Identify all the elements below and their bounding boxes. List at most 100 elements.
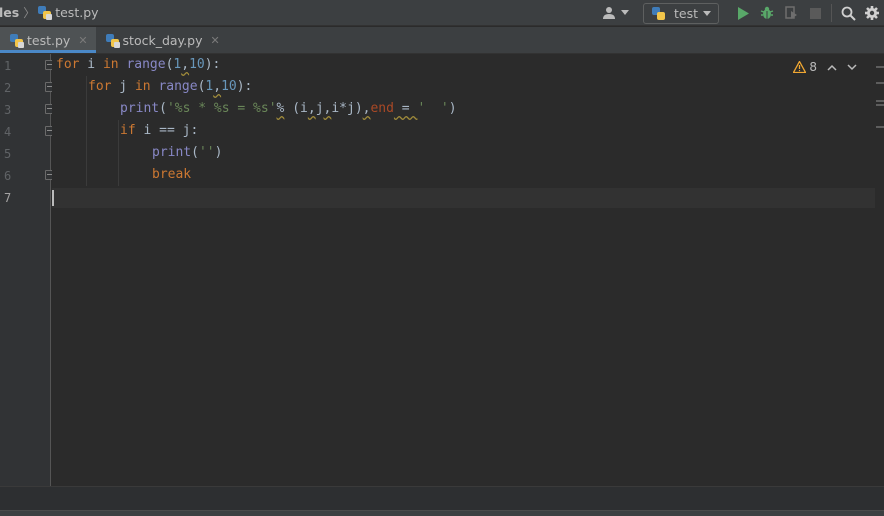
python-file-icon xyxy=(10,33,24,48)
close-icon[interactable]: ✕ xyxy=(210,34,219,47)
stop-icon xyxy=(809,7,821,19)
token-punct: ) xyxy=(448,101,457,116)
chevron-up-icon[interactable] xyxy=(827,64,837,71)
line-number: 3 xyxy=(4,103,12,117)
run-configuration-label: test xyxy=(674,5,699,21)
token-builtin: range xyxy=(126,57,166,72)
token-number: 10 xyxy=(189,57,205,72)
code-line-6: break xyxy=(152,164,191,186)
breadcrumb-project[interactable]: les xyxy=(0,5,19,20)
code-line-2: for j in range(1,10): xyxy=(88,76,252,98)
run-configuration-selector[interactable]: test xyxy=(643,2,719,24)
warning-marker[interactable] xyxy=(876,104,884,106)
code-line-5: print('') xyxy=(152,142,222,164)
debug-bug-icon xyxy=(760,6,774,19)
warning-marker[interactable] xyxy=(876,66,884,68)
run-button[interactable] xyxy=(731,1,755,25)
token-keyword: break xyxy=(152,167,192,182)
debug-button[interactable] xyxy=(755,1,779,25)
editor-tab-bar: test.py ✕ stock_day.py ✕ xyxy=(0,27,884,54)
status-bar xyxy=(0,510,884,516)
token-text: i*j) xyxy=(331,101,363,116)
stop-button[interactable] xyxy=(803,1,827,25)
warning-marker[interactable] xyxy=(876,100,884,102)
indent-guide xyxy=(118,120,119,186)
line-number: 4 xyxy=(4,125,12,139)
code-line-1: for i in range(1,10): xyxy=(56,54,220,76)
gear-icon xyxy=(865,6,879,20)
python-file-icon xyxy=(105,33,120,48)
tab-test-py[interactable]: test.py ✕ xyxy=(0,27,96,53)
chevron-down-icon xyxy=(621,10,629,15)
run-icon xyxy=(738,6,749,20)
settings-button[interactable] xyxy=(860,1,884,25)
token-punct: ): xyxy=(204,57,221,72)
warning-marker[interactable] xyxy=(876,126,884,128)
token-string: '%s * %s = %s' xyxy=(166,101,277,116)
token-parameter: end xyxy=(370,101,394,116)
token-keyword: for xyxy=(56,57,80,72)
coverage-icon xyxy=(785,6,797,19)
token-text: i xyxy=(79,57,103,72)
token-builtin: print xyxy=(152,145,192,160)
breadcrumb-separator-icon: 〉 xyxy=(23,6,36,20)
chevron-down-icon[interactable] xyxy=(847,63,857,71)
token-comma-warning: , xyxy=(181,57,190,72)
horizontal-scrollbar[interactable] xyxy=(0,486,884,510)
navigation-bar: les 〉 test.py test xyxy=(0,0,884,26)
inspection-widget[interactable]: 8 xyxy=(793,60,857,74)
indent-guide xyxy=(86,76,87,186)
token-builtin: print xyxy=(120,101,160,116)
token-keyword: in xyxy=(134,79,151,94)
error-stripe[interactable] xyxy=(875,54,884,486)
token-punct: ( xyxy=(159,101,167,116)
user-icon xyxy=(603,7,615,19)
warning-marker[interactable] xyxy=(876,82,884,84)
token-builtin: range xyxy=(158,79,198,94)
python-icon xyxy=(652,6,665,20)
search-everywhere-button[interactable] xyxy=(836,1,860,25)
breadcrumb-file[interactable]: test.py xyxy=(38,5,99,20)
line-number: 5 xyxy=(4,147,12,161)
token-text: i == j: xyxy=(135,123,199,138)
warning-icon xyxy=(793,61,807,73)
token-text: j xyxy=(111,79,135,94)
token-assign-warning: = xyxy=(393,101,418,116)
token-string: '' xyxy=(198,145,215,160)
warning-count: 8 xyxy=(809,60,817,74)
tab-stock-day-py[interactable]: stock_day.py ✕ xyxy=(96,27,228,53)
token-keyword: if xyxy=(120,123,136,138)
line-number: 2 xyxy=(4,81,12,95)
tab-label: stock_day.py xyxy=(122,32,203,48)
code-line-3: print('%s * %s = %s'% (i,j,i*j),end = ' … xyxy=(120,98,457,120)
token-text: (i xyxy=(284,101,308,116)
code-line-4: if i == j: xyxy=(120,120,198,142)
editor-gutter[interactable]: 1 2 3 4 5 6 7 xyxy=(0,54,54,486)
run-with-coverage-button[interactable] xyxy=(779,1,803,25)
token-keyword: in xyxy=(102,57,119,72)
token-comma-warning: , xyxy=(307,101,316,116)
token-string: ' ' xyxy=(417,101,449,116)
token-keyword: for xyxy=(88,79,112,94)
token-text: j xyxy=(315,101,324,116)
token-punct: ( xyxy=(191,145,199,160)
line-number-current: 7 xyxy=(4,191,12,205)
close-icon[interactable]: ✕ xyxy=(78,34,87,47)
line-number: 6 xyxy=(4,169,12,183)
text-caret xyxy=(52,190,54,206)
token-punct: ) xyxy=(214,145,223,160)
line-number: 1 xyxy=(4,59,12,73)
token-comma-warning: , xyxy=(213,79,222,94)
token-number: 10 xyxy=(221,79,237,94)
toolbar: test xyxy=(603,0,884,26)
dropdown-arrow-icon xyxy=(703,10,711,16)
tab-label: test.py xyxy=(27,32,71,48)
breadcrumb-file-label: test.py xyxy=(55,5,99,20)
token-punct: ): xyxy=(236,79,253,94)
toolbar-separator xyxy=(831,4,832,22)
code-editor[interactable]: for i in range(1,10): for j in range(1,1… xyxy=(52,54,875,486)
vcs-user-button[interactable] xyxy=(603,6,629,20)
search-icon xyxy=(841,6,856,21)
current-line-highlight xyxy=(52,188,875,208)
python-file-icon xyxy=(38,6,53,20)
